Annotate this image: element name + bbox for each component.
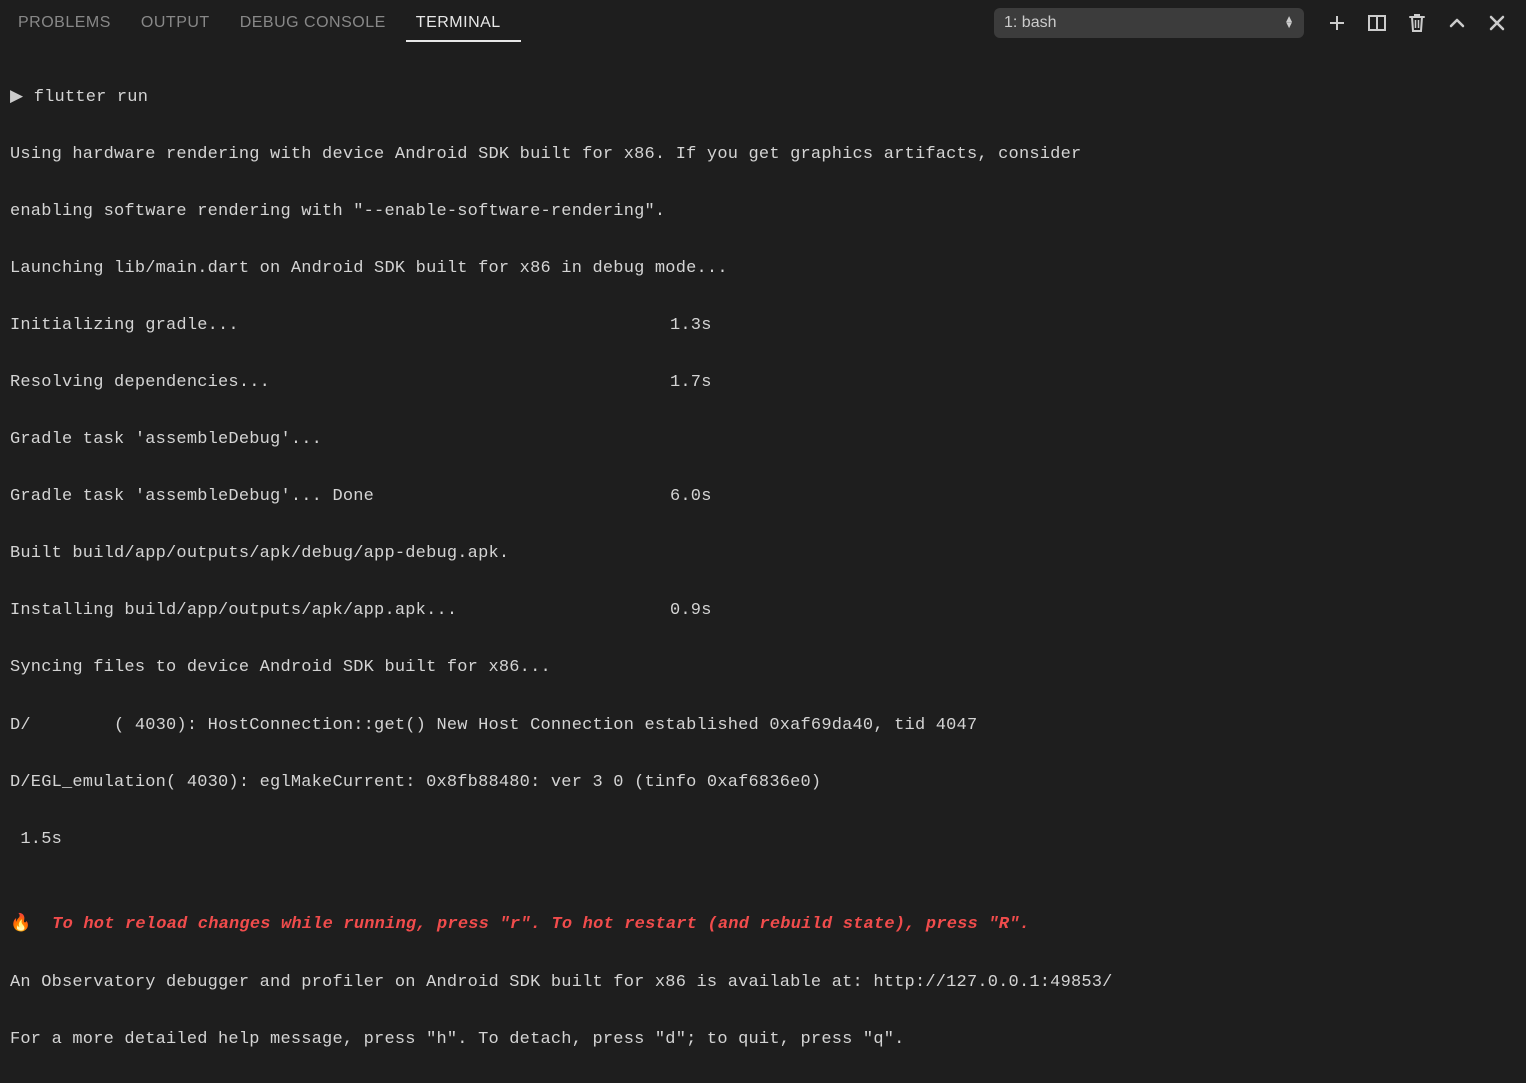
fire-icon: 🔥 [10, 915, 42, 934]
new-terminal-button[interactable] [1326, 12, 1348, 34]
terminal-output[interactable]: ▶ flutter run Using hardware rendering w… [0, 45, 1526, 1083]
hot-reload-hint: 🔥 To hot reload changes while running, p… [10, 911, 1516, 940]
split-terminal-button[interactable] [1366, 12, 1388, 34]
split-panel-icon [1367, 13, 1387, 33]
panel-header: PROBLEMS OUTPUT DEBUG CONSOLE TERMINAL 1… [0, 0, 1526, 45]
close-icon [1487, 13, 1507, 33]
terminal-line: Gradle task 'assembleDebug'... Done6.0s [10, 483, 1516, 512]
terminal-line: 1.5s [10, 826, 1516, 855]
terminal-line: Initializing gradle...1.3s [10, 312, 1516, 341]
prompt-symbol: ▶ [10, 88, 23, 107]
terminal-line: Resolving dependencies...1.7s [10, 369, 1516, 398]
terminal-line: For a more detailed help message, press … [10, 1026, 1516, 1055]
trash-icon [1407, 12, 1427, 34]
tab-problems[interactable]: PROBLEMS [8, 4, 131, 42]
plus-icon [1327, 13, 1347, 33]
terminal-line: Built build/app/outputs/apk/debug/app-de… [10, 540, 1516, 569]
duration: 1.3s [670, 312, 712, 341]
terminal-line: Gradle task 'assembleDebug'... [10, 426, 1516, 455]
terminal-line: An Observatory debugger and profiler on … [10, 969, 1516, 998]
kill-terminal-button[interactable] [1406, 12, 1428, 34]
tab-output[interactable]: OUTPUT [131, 4, 230, 42]
updown-icon: ▲▼ [1284, 17, 1294, 29]
terminal-selector-dropdown[interactable]: 1: bash ▲▼ [994, 8, 1304, 38]
tab-debug-console[interactable]: DEBUG CONSOLE [230, 4, 406, 42]
terminal-actions [1326, 12, 1508, 34]
command-text: flutter run [34, 88, 148, 107]
terminal-line: D/ ( 4030): HostConnection::get() New Ho… [10, 712, 1516, 741]
terminal-line: Syncing files to device Android SDK buil… [10, 654, 1516, 683]
close-panel-button[interactable] [1486, 12, 1508, 34]
panel-tabs: PROBLEMS OUTPUT DEBUG CONSOLE TERMINAL [8, 4, 521, 42]
terminal-line: Using hardware rendering with device And… [10, 141, 1516, 170]
duration: 0.9s [670, 597, 712, 626]
terminal-line: D/EGL_emulation( 4030): eglMakeCurrent: … [10, 769, 1516, 798]
terminal-line: ▶ flutter run [10, 84, 1516, 113]
maximize-panel-button[interactable] [1446, 12, 1468, 34]
duration: 6.0s [670, 483, 712, 512]
terminal-line: Installing build/app/outputs/apk/app.apk… [10, 597, 1516, 626]
duration: 1.7s [670, 369, 712, 398]
tab-terminal[interactable]: TERMINAL [406, 4, 521, 42]
chevron-up-icon [1447, 13, 1467, 33]
terminal-line: Launching lib/main.dart on Android SDK b… [10, 255, 1516, 284]
terminal-line: enabling software rendering with "--enab… [10, 198, 1516, 227]
terminal-selector-value: 1: bash [1004, 14, 1056, 32]
